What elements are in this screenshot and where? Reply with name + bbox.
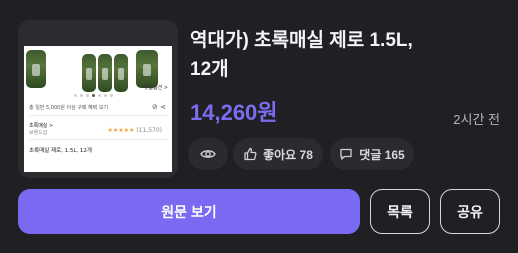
product-image: 맞춤옵션 > 총 일반 5,000원 이상 구매 혜택 보기 ⊘ ⋖ 초록매실 … — [24, 46, 172, 172]
like-count-label: 좋아요 78 — [263, 147, 313, 162]
carousel-dot — [86, 94, 89, 97]
comment-icon — [340, 148, 352, 160]
carousel-dot — [98, 94, 101, 97]
product-title: 역대가) 초록매실 제로 1.5L, 12개 — [190, 26, 500, 84]
carousel-dot — [104, 94, 107, 97]
posted-time: 2시간 전 — [453, 112, 500, 127]
product-price: 14,260원 — [190, 100, 278, 125]
bottle-image — [114, 54, 128, 92]
thumb-shipping-text: 총 일반 5,000원 이상 구매 혜택 보기 — [29, 105, 109, 111]
list-button[interactable]: 목록 — [370, 189, 430, 234]
share-button[interactable]: 공유 — [440, 189, 500, 234]
deal-card: 맞춤옵션 > 총 일반 5,000원 이상 구매 혜택 보기 ⊘ ⋖ 초록매실 … — [0, 0, 518, 253]
open-original-button[interactable]: 원문 보기 — [18, 189, 360, 234]
like-button[interactable]: 좋아요 78 — [233, 138, 323, 170]
product-thumbnail[interactable]: 맞춤옵션 > 총 일반 5,000원 이상 구매 혜택 보기 ⊘ ⋖ 초록매실 … — [18, 20, 178, 178]
thumb-product-caption: 초록매실 제로, 1.5L, 12개 — [29, 148, 92, 154]
comment-button[interactable]: 댓글 165 — [330, 138, 414, 170]
bottle-image — [136, 50, 158, 88]
thumb-brand-sub: 브랜드샵 — [29, 130, 48, 136]
comment-count-label: 댓글 165 — [359, 147, 405, 162]
product-title-line: 역대가) 초록매실 제로 1.5L, — [190, 30, 413, 51]
bottle-image — [98, 54, 112, 92]
bottle-image — [82, 54, 96, 92]
carousel-dot — [110, 94, 113, 97]
thumb-brand-name: 초록매실 > — [29, 123, 54, 129]
divider — [29, 115, 167, 116]
product-title-line: 12개 — [190, 59, 229, 80]
thumb-share-icon: ⊘ ⋖ — [152, 103, 166, 111]
divider — [29, 139, 167, 140]
thumb-rating-stars: ★★★★★ (11,570) — [107, 127, 163, 134]
thumbs-up-icon — [244, 147, 257, 161]
carousel-dot — [80, 94, 83, 97]
eye-icon — [200, 150, 216, 158]
thumb-badge: 맞춤옵션 > — [143, 85, 168, 91]
bottle-image — [26, 50, 46, 88]
carousel-dots — [74, 94, 113, 97]
thumb-rating-count: (11,570) — [136, 127, 162, 134]
carousel-dot — [92, 94, 95, 97]
carousel-dot — [74, 94, 77, 97]
views-stat — [188, 138, 228, 170]
